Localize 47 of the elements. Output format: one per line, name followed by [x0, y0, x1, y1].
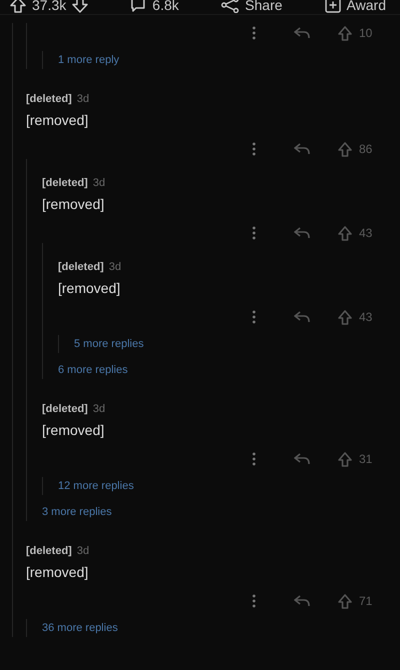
- comment-count: 6.8k: [152, 0, 179, 13]
- comment-body: [removed]: [42, 195, 106, 214]
- more-options-icon[interactable]: [252, 226, 256, 240]
- more-replies-link[interactable]: 36 more replies: [42, 622, 118, 634]
- username[interactable]: [deleted]: [58, 261, 104, 273]
- comment-body: [removed]: [26, 563, 90, 582]
- share-icon: [221, 0, 240, 13]
- reply-icon[interactable]: [294, 453, 310, 465]
- vote-count: 37.3k: [32, 0, 66, 13]
- comment-age: 3d: [92, 177, 106, 189]
- score: 43: [359, 226, 374, 240]
- more-replies-link[interactable]: 3 more replies: [42, 506, 112, 518]
- more-replies-link[interactable]: 12 more replies: [58, 480, 134, 492]
- more-options-icon[interactable]: [252, 142, 256, 156]
- comment-age: 3d: [76, 93, 90, 105]
- more-replies-link[interactable]: 6 more replies: [58, 364, 128, 376]
- reply-icon[interactable]: [294, 311, 310, 323]
- username[interactable]: [deleted]: [26, 93, 72, 105]
- more-options-icon[interactable]: [252, 26, 256, 40]
- username[interactable]: [deleted]: [42, 177, 88, 189]
- comment-age: 3d: [108, 261, 122, 273]
- more-replies-link[interactable]: 1 more reply: [58, 54, 120, 66]
- reply-icon[interactable]: [294, 143, 310, 155]
- more-replies-link[interactable]: 5 more replies: [74, 338, 144, 350]
- downvote-icon[interactable]: [72, 0, 88, 13]
- comment-body: [removed]: [42, 421, 106, 440]
- reply-icon[interactable]: [294, 27, 310, 39]
- score: 71: [359, 594, 374, 608]
- more-options-icon[interactable]: [252, 452, 256, 466]
- more-options-icon[interactable]: [252, 594, 256, 608]
- comment-body: [removed]: [58, 279, 122, 298]
- more-options-icon[interactable]: [252, 310, 256, 324]
- score: 31: [359, 452, 374, 466]
- username[interactable]: [deleted]: [26, 545, 72, 557]
- award-icon: [324, 0, 341, 13]
- award-button[interactable]: Award: [324, 0, 386, 13]
- reply-icon[interactable]: [294, 595, 310, 607]
- score: 43: [359, 310, 374, 324]
- username[interactable]: [deleted]: [42, 403, 88, 415]
- comment-age: 3d: [92, 403, 106, 415]
- comment-age: 3d: [76, 545, 90, 557]
- score: 86: [359, 142, 374, 156]
- share-button[interactable]: Share: [221, 0, 282, 13]
- comment-body: [removed]: [26, 111, 90, 130]
- score: 10: [359, 26, 374, 40]
- reply-icon[interactable]: [294, 227, 310, 239]
- comment-icon[interactable]: [130, 0, 146, 13]
